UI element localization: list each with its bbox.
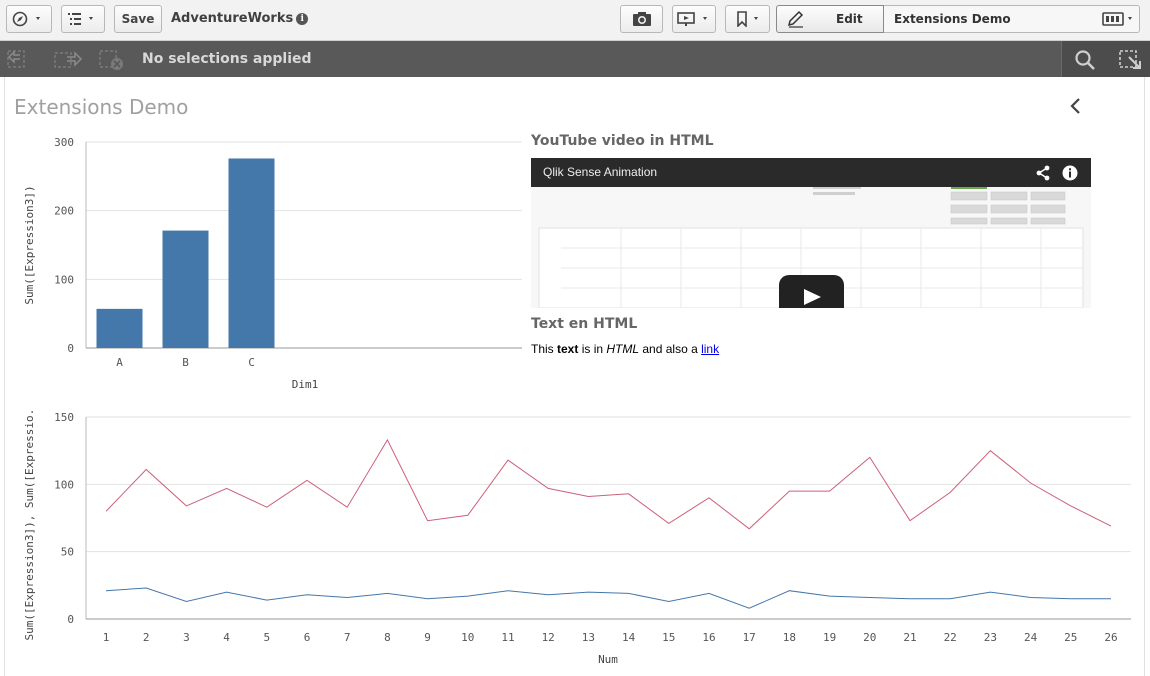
x-tick-label: 20 xyxy=(863,631,876,644)
x-tick-label: 17 xyxy=(743,631,756,644)
y-axis-title: Sum([Expression3]) xyxy=(23,185,36,304)
x-tick-label: 13 xyxy=(582,631,595,644)
video-title[interactable]: Qlik Sense Animation xyxy=(543,165,657,179)
y-tick-label: 150 xyxy=(54,411,74,424)
camera-icon xyxy=(632,12,651,26)
y-tick-label: 100 xyxy=(54,478,74,491)
x-tick-label: 10 xyxy=(461,631,474,644)
y-axis-title: Sum([Expression3]), Sum([Expressio... xyxy=(23,410,36,641)
bar-c xyxy=(228,158,275,348)
x-tick-label: 22 xyxy=(944,631,957,644)
sheets-menu-button[interactable] xyxy=(61,5,105,33)
y-tick-label: 100 xyxy=(54,273,74,286)
app-title: AdventureWorks i xyxy=(171,11,309,26)
step-back-icon[interactable] xyxy=(6,49,32,69)
x-tick-label: 19 xyxy=(823,631,836,644)
navigation-menu-button[interactable] xyxy=(6,5,52,33)
y-tick-label: 300 xyxy=(54,136,74,149)
chevron-left-icon[interactable] xyxy=(1068,97,1084,115)
x-tick-label: 9 xyxy=(424,631,431,644)
x-tick-label: 2 xyxy=(143,631,150,644)
text-italic-word: HTML xyxy=(606,342,640,356)
youtube-video[interactable]: Qlik Sense Animation xyxy=(531,158,1091,308)
x-tick-label: 14 xyxy=(622,631,636,644)
x-tick-label: 16 xyxy=(702,631,715,644)
edit-label: Edit xyxy=(836,12,863,26)
app-title-text: AdventureWorks xyxy=(171,11,294,26)
x-axis-title: Dim1 xyxy=(292,378,319,391)
search-icon[interactable] xyxy=(1074,49,1096,71)
list-icon xyxy=(68,13,93,25)
sheet-grid-icon xyxy=(1102,12,1132,26)
series-line-2 xyxy=(105,587,1111,609)
x-tick-label: 7 xyxy=(344,631,351,644)
x-tick-label: 1 xyxy=(103,631,110,644)
x-tick-label: 18 xyxy=(783,631,796,644)
y-tick-label: 50 xyxy=(61,546,74,559)
text-link[interactable]: link xyxy=(701,342,719,356)
y-tick-label: 0 xyxy=(67,613,74,626)
bookmark-icon xyxy=(736,11,758,27)
presentation-icon xyxy=(677,12,707,26)
x-tick-label: 12 xyxy=(542,631,555,644)
step-forward-icon[interactable] xyxy=(53,49,83,69)
x-tick-label: 3 xyxy=(183,631,190,644)
bar-b xyxy=(162,230,209,348)
selections-tool-icon[interactable] xyxy=(1118,49,1144,71)
video-title-bar: Qlik Sense Animation xyxy=(531,158,1091,187)
share-icon[interactable] xyxy=(1035,165,1051,181)
x-tick-label: B xyxy=(182,356,189,369)
text-part: and also a xyxy=(639,342,702,356)
x-tick-label: 4 xyxy=(223,631,230,644)
x-tick-label: 24 xyxy=(1024,631,1038,644)
x-tick-label: 8 xyxy=(384,631,391,644)
x-tick-label: 26 xyxy=(1104,631,1117,644)
line-chart[interactable]: 0501001501 2 3 4 5 6 7 8 9 10 11 12 13 14 15 16 17 18 19 20… xyxy=(0,410,1150,676)
sheet-selector-label: Extensions Demo xyxy=(894,12,1011,26)
x-tick-label: 11 xyxy=(501,631,514,644)
compass-icon xyxy=(12,11,40,27)
x-tick-label: 15 xyxy=(662,631,675,644)
x-axis-title: Num xyxy=(598,653,618,666)
snapshot-button[interactable] xyxy=(620,5,663,33)
text-object-content: This text is in HTML and also a link xyxy=(531,342,719,356)
edit-button[interactable]: Edit xyxy=(776,5,884,33)
save-button[interactable]: Save xyxy=(114,5,162,33)
bar-a xyxy=(96,308,143,348)
x-tick-label: 23 xyxy=(984,631,997,644)
x-tick-label: 6 xyxy=(304,631,311,644)
selections-tools xyxy=(1061,41,1150,77)
clear-all-icon[interactable] xyxy=(98,49,126,71)
text-object-title: Text en HTML xyxy=(531,316,638,332)
storytelling-button[interactable] xyxy=(672,5,716,33)
video-info-icon[interactable] xyxy=(1062,165,1078,181)
info-icon[interactable]: i xyxy=(296,13,309,25)
text-part: is in xyxy=(578,342,607,356)
pencil-icon xyxy=(787,10,804,28)
sheet-title: Extensions Demo xyxy=(14,95,189,119)
y-tick-label: 0 xyxy=(67,342,74,355)
top-toolbar: Save AdventureWorks i Edit Extensions Dem… xyxy=(0,0,1150,41)
y-tick-label: 200 xyxy=(54,205,74,218)
text-part: This xyxy=(531,342,558,356)
selections-bar: No selections applied xyxy=(0,41,1150,77)
x-tick-label: A xyxy=(116,356,123,369)
sheet-selector[interactable]: Extensions Demo xyxy=(884,5,1140,33)
x-tick-label: 21 xyxy=(903,631,916,644)
x-tick-label: C xyxy=(248,356,255,369)
selections-status: No selections applied xyxy=(142,51,312,67)
bar-chart[interactable]: 0 100 200 300 A B C Dim1 Sum([Expression3]) xyxy=(0,130,530,400)
bookmarks-button[interactable] xyxy=(725,5,770,33)
text-bold-word: text xyxy=(557,342,579,356)
x-tick-label: 25 xyxy=(1064,631,1077,644)
youtube-object-title: YouTube video in HTML xyxy=(531,133,714,149)
x-tick-label: 5 xyxy=(263,631,270,644)
